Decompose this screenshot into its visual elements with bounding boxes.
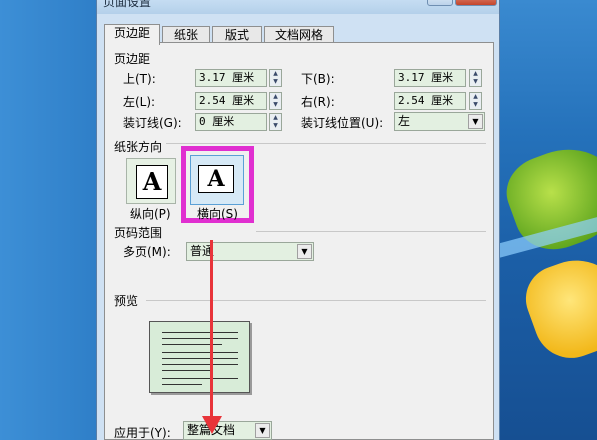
bottom-margin-spinner[interactable]: ▲ ▼ (469, 69, 482, 87)
chevron-down-icon[interactable]: ▼ (468, 114, 483, 129)
landscape-label[interactable]: 横向(S) (197, 205, 238, 222)
preview-page (149, 321, 250, 393)
help-button[interactable]: ? (427, 0, 453, 6)
top-margin-label: 上(T): (123, 72, 156, 86)
landscape-option[interactable]: A (190, 155, 244, 205)
wallpaper-yellow-shape (516, 246, 597, 369)
spin-down-icon[interactable]: ▼ (270, 122, 281, 130)
desktop-left-area (0, 0, 96, 440)
right-margin-spinner[interactable]: ▲ ▼ (469, 92, 482, 110)
gutter-position-value: 左 (398, 114, 411, 128)
bottom-margin-label: 下(B): (301, 72, 335, 86)
annotation-arrow-shaft (210, 240, 213, 422)
chevron-down-icon[interactable]: ▼ (255, 423, 270, 438)
divider (166, 143, 486, 144)
multiple-pages-label: 多页(M): (123, 245, 171, 259)
portrait-label[interactable]: 纵向(P) (130, 205, 171, 222)
spin-up-icon[interactable]: ▲ (270, 70, 281, 78)
preview-line (162, 370, 212, 371)
gutter-label: 装订线(G): (123, 116, 182, 130)
divider (256, 231, 486, 232)
landscape-page-icon: A (198, 165, 234, 193)
desktop-wallpaper-logo (500, 0, 597, 440)
apply-to-label: 应用于(Y): (114, 426, 171, 440)
left-margin-label: 左(L): (123, 95, 156, 109)
chevron-down-icon[interactable]: ▼ (297, 244, 312, 259)
gutter-input[interactable]: 0 厘米 (195, 113, 267, 131)
preview-line (162, 344, 222, 345)
spin-up-icon[interactable]: ▲ (470, 70, 481, 78)
top-margin-spinner[interactable]: ▲ ▼ (269, 69, 282, 87)
portrait-option[interactable]: A (126, 158, 176, 204)
orientation-section-title: 纸张方向 (114, 140, 163, 154)
spin-down-icon[interactable]: ▼ (470, 78, 481, 86)
multiple-pages-select[interactable]: 普通 ▼ (186, 242, 314, 261)
preview-section-title: 预览 (114, 294, 139, 308)
spin-down-icon[interactable]: ▼ (470, 101, 481, 109)
preview-line (162, 364, 238, 365)
spin-down-icon[interactable]: ▼ (270, 78, 281, 86)
left-margin-input[interactable]: 2.54 厘米 (195, 92, 267, 110)
margins-section-title: 页边距 (114, 52, 151, 66)
preview-line (162, 384, 202, 385)
spin-up-icon[interactable]: ▲ (270, 114, 281, 122)
pages-section-title: 页码范围 (114, 226, 163, 240)
title-bar[interactable]: 页面设置 ? X (97, 0, 499, 14)
gutter-position-label: 装订线位置(U): (301, 116, 384, 130)
window-title: 页面设置 (103, 0, 152, 9)
gutter-position-select[interactable]: 左 ▼ (394, 112, 485, 131)
preview-line (162, 352, 238, 353)
apply-to-select[interactable]: 整篇文档 ▼ (183, 421, 272, 440)
spin-up-icon[interactable]: ▲ (470, 93, 481, 101)
right-margin-input[interactable]: 2.54 厘米 (394, 92, 466, 110)
preview-line (162, 338, 238, 339)
gutter-spinner[interactable]: ▲ ▼ (269, 113, 282, 131)
annotation-arrow-head-icon (202, 416, 222, 434)
divider (146, 300, 486, 301)
preview-line (162, 378, 238, 379)
spin-down-icon[interactable]: ▼ (270, 101, 281, 109)
bottom-margin-input[interactable]: 3.17 厘米 (394, 69, 466, 87)
portrait-page-icon: A (136, 165, 168, 199)
preview-line (162, 358, 238, 359)
spin-up-icon[interactable]: ▲ (270, 93, 281, 101)
right-margin-label: 右(R): (301, 95, 335, 109)
close-button[interactable]: X (455, 0, 497, 6)
tab-margins[interactable]: 页边距 (104, 24, 160, 45)
top-margin-input[interactable]: 3.17 厘米 (195, 69, 267, 87)
left-margin-spinner[interactable]: ▲ ▼ (269, 92, 282, 110)
preview-line (162, 332, 238, 333)
